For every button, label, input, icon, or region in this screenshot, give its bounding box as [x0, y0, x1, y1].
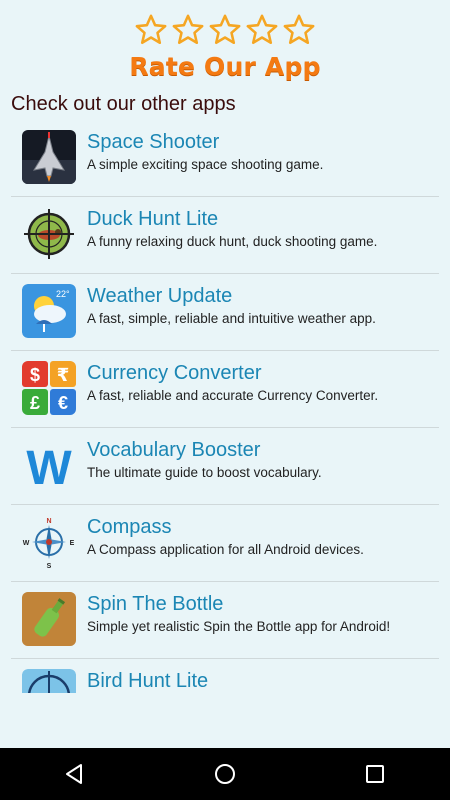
- vocabulary-icon-letter: W: [26, 442, 72, 492]
- rating-stars[interactable]: [134, 10, 316, 50]
- star-icon[interactable]: [282, 13, 316, 47]
- section-heading: Check out our other apps: [11, 93, 236, 115]
- app-description: A simple exciting space shooting game.: [87, 157, 324, 172]
- back-icon: [66, 764, 82, 784]
- app-name: Duck Hunt Lite: [87, 208, 219, 230]
- home-icon: [215, 764, 235, 784]
- app-name: Compass: [87, 516, 172, 538]
- app-name: Bird Hunt Lite: [87, 670, 209, 692]
- rate-our-app-label[interactable]: Rate Our App: [129, 52, 320, 81]
- bird-hunt-icon: [22, 669, 76, 693]
- space-shooter-icon: [22, 130, 76, 184]
- compass-letter: N: [46, 518, 51, 525]
- app-description: A funny relaxing duck hunt, duck shootin…: [87, 234, 378, 249]
- bottle-icon: [22, 592, 76, 646]
- currency-symbol: $: [30, 365, 40, 385]
- star-icon[interactable]: [245, 13, 279, 47]
- list-item-compass[interactable]: N E S W Compass A Compass application fo…: [11, 505, 439, 582]
- weather-icon-temp: 22°: [56, 289, 70, 299]
- list-item-spin-the-bottle[interactable]: Spin The Bottle Simple yet realistic Spi…: [11, 582, 439, 659]
- star-icon[interactable]: [208, 13, 242, 47]
- recents-button[interactable]: [345, 748, 405, 800]
- home-button[interactable]: [195, 748, 255, 800]
- list-item-vocabulary-booster[interactable]: W Vocabulary Booster The ultimate guide …: [11, 428, 439, 505]
- compass-icon: N E S W: [22, 515, 76, 569]
- app-list[interactable]: Space Shooter A simple exciting space sh…: [11, 120, 439, 693]
- list-item-bird-hunt-lite[interactable]: Bird Hunt Lite: [11, 659, 439, 693]
- app-description: Simple yet realistic Spin the Bottle app…: [87, 619, 391, 634]
- list-item-weather-update[interactable]: 22° Weather Update A fast, simple, relia…: [11, 274, 439, 351]
- app-name: Vocabulary Booster: [87, 439, 261, 461]
- app-name: Spin The Bottle: [87, 593, 224, 615]
- rate-app-banner[interactable]: Rate Our App: [0, 10, 450, 88]
- app-name: Weather Update: [87, 285, 233, 307]
- compass-letter: S: [47, 563, 52, 569]
- app-description: A fast, reliable and accurate Currency C…: [87, 388, 379, 403]
- compass-letter: E: [70, 540, 75, 547]
- app-description: A fast, simple, reliable and intuitive w…: [87, 311, 376, 326]
- list-item-duck-hunt-lite[interactable]: Duck Hunt Lite A funny relaxing duck hun…: [11, 197, 439, 274]
- list-item-currency-converter[interactable]: $ ₹ £ € Currency Converter A fast, relia…: [11, 351, 439, 428]
- back-button[interactable]: [45, 748, 105, 800]
- android-navigation-bar: [0, 748, 450, 800]
- recents-icon: [366, 765, 384, 783]
- app-name: Currency Converter: [87, 362, 262, 384]
- app-name: Space Shooter: [87, 131, 220, 153]
- app-description: A Compass application for all Android de…: [87, 542, 364, 557]
- star-icon[interactable]: [171, 13, 205, 47]
- compass-letter: W: [23, 540, 30, 547]
- star-icon[interactable]: [134, 13, 168, 47]
- currency-symbol: €: [58, 393, 68, 413]
- currency-symbol: ₹: [57, 365, 70, 386]
- weather-icon: 22°: [22, 284, 76, 338]
- vocabulary-icon: W: [22, 438, 76, 492]
- app-description: The ultimate guide to boost vocabulary.: [87, 465, 322, 480]
- duck-hunt-icon: [22, 207, 76, 261]
- list-item-space-shooter[interactable]: Space Shooter A simple exciting space sh…: [11, 120, 439, 197]
- currency-symbol: £: [30, 393, 40, 413]
- currency-icon: $ ₹ £ €: [22, 361, 76, 415]
